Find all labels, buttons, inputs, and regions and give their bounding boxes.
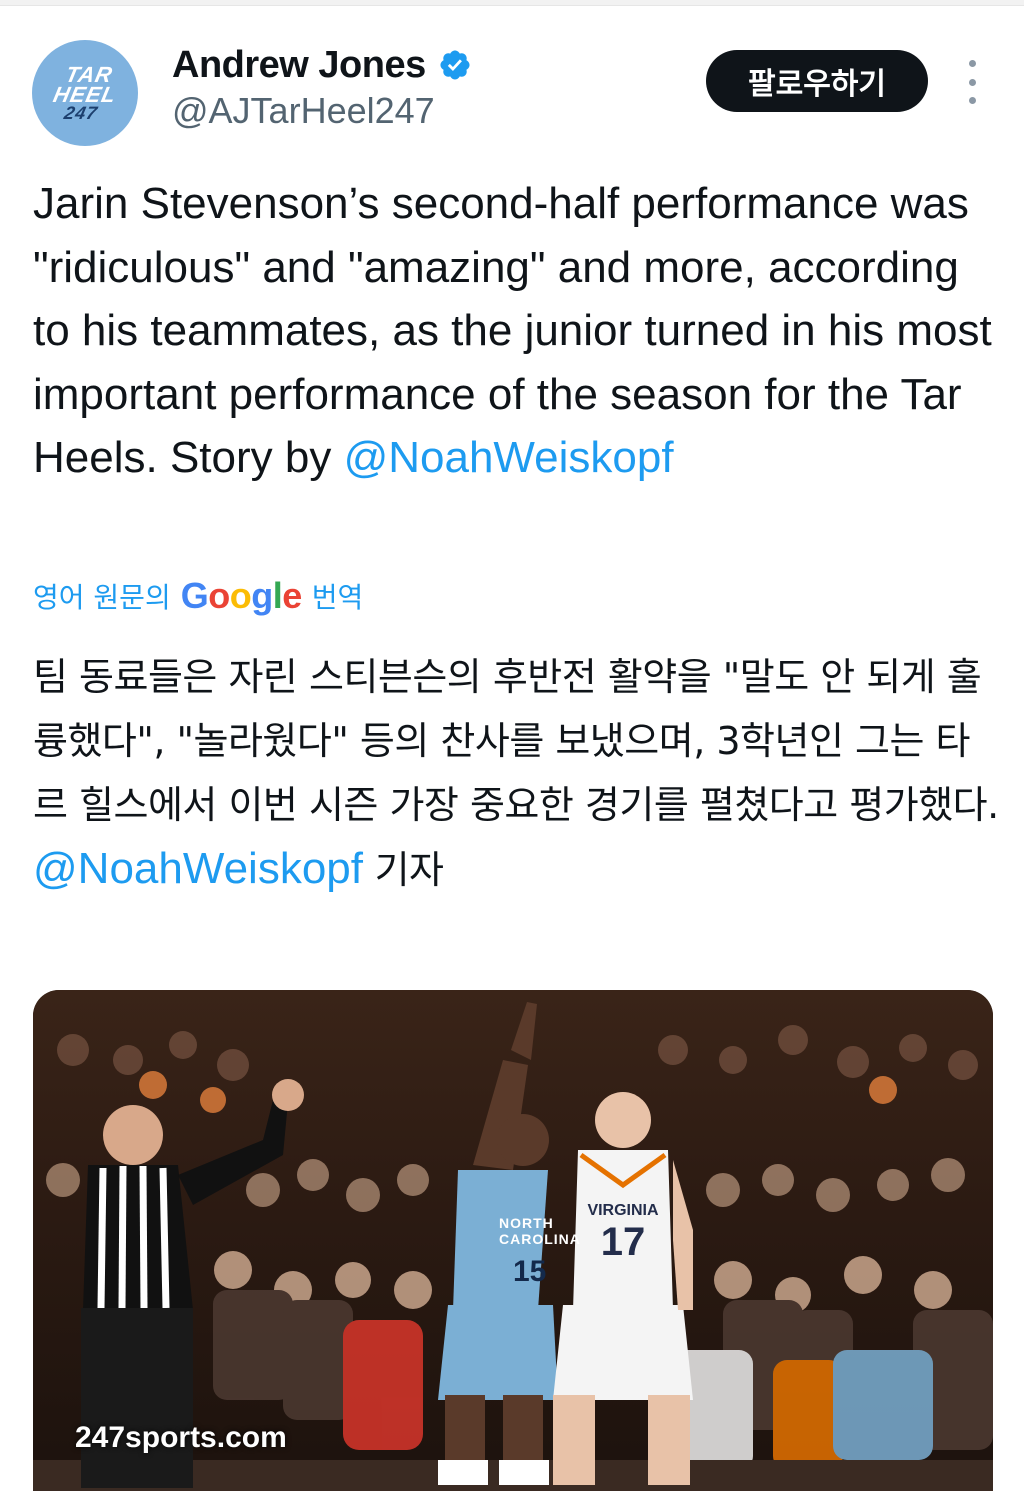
tweet-media-photo[interactable]: NORTH CAROLINA 15 VIRGINIA 17 247sports.… [33, 990, 993, 1491]
more-options-icon[interactable] [960, 60, 984, 104]
google-letter: o [229, 575, 252, 616]
google-letter: G [180, 575, 209, 616]
avatar-logo-line-2: HEEL [50, 81, 119, 107]
google-letter: e [282, 575, 302, 616]
translated-suffix: 기자 [363, 848, 444, 892]
top-divider [0, 0, 1024, 6]
google-letter: l [272, 575, 283, 616]
google-letter: g [251, 575, 273, 616]
google-letter: o [208, 575, 230, 616]
translated-mention-link[interactable]: @NoahWeiskopf [33, 844, 363, 893]
tweet-text: Jarin Stevenson’s second-half performanc… [33, 172, 1003, 490]
photo-watermark: 247sports.com [75, 1421, 287, 1454]
author-avatar[interactable]: TAR HEEL 247 [32, 40, 138, 146]
author-handle[interactable]: @AJTarHeel247 [172, 90, 435, 132]
author-name-row: Andrew Jones [172, 40, 472, 90]
tweet-mention-link[interactable]: @NoahWeiskopf [344, 433, 674, 482]
verified-badge-icon [440, 50, 470, 80]
uva-jersey-team: VIRGINIA [587, 1202, 659, 1219]
unc-jersey-team: NORTH CAROLINA [499, 1215, 581, 1247]
tar-heel-247-logo: TAR HEEL 247 [48, 62, 123, 123]
unc-jersey-number: 15 [513, 1255, 547, 1288]
translation-prefix: 영어 원문의 [33, 581, 171, 614]
author-display-name[interactable]: Andrew Jones [172, 44, 426, 87]
translated-body: 팀 동료들은 자린 스티븐슨의 후반전 활약을 "말도 안 되게 훌륭했다", … [33, 655, 999, 827]
translation-attribution[interactable]: 영어 원문의 Google 번역 [33, 575, 364, 617]
uva-jersey-number: 17 [600, 1220, 646, 1264]
translated-text: 팀 동료들은 자린 스티븐슨의 후반전 활약을 "말도 안 되게 훌륭했다", … [33, 645, 1003, 902]
google-logo: Google [180, 575, 303, 617]
translation-suffix: 번역 [311, 581, 364, 614]
follow-button[interactable]: 팔로우하기 [706, 50, 928, 112]
avatar-logo-line-3: 247 [62, 102, 100, 123]
